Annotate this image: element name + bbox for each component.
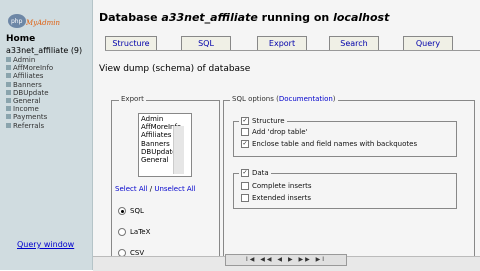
table-item[interactable]: DBUpdate: [6, 89, 53, 97]
table-item[interactable]: Banners: [6, 81, 53, 89]
structure-checkbox[interactable]: ✓ Structure: [239, 117, 287, 125]
db-name-title: a33net_affiliate: [161, 11, 258, 24]
select-links: Select All / Unselect All: [115, 185, 196, 193]
table-icon: [6, 57, 11, 62]
checkbox: [241, 194, 249, 202]
home-link[interactable]: Home: [6, 34, 35, 44]
table-icon: [6, 106, 11, 112]
checkbox: [241, 182, 249, 190]
table-icon: [6, 73, 11, 79]
data-box: [233, 173, 457, 209]
table-item[interactable]: Income: [6, 105, 53, 113]
format-latex-radio[interactable]: LaTeX: [118, 228, 150, 236]
table-item[interactable]: Referrals: [6, 122, 53, 130]
db-table-count: (9): [70, 46, 83, 55]
table-icon: [6, 65, 11, 71]
structure-box: [233, 121, 457, 157]
svg-text:php: php: [11, 18, 23, 25]
table-item[interactable]: General: [6, 97, 53, 105]
table-icon: [6, 114, 11, 120]
checkbox: [241, 128, 249, 136]
db-link[interactable]: a33net_affiliate (9): [6, 46, 82, 55]
table-icon: [6, 81, 11, 87]
table-item[interactable]: AffMoreInfo: [6, 64, 53, 72]
left-frame: php MyAdmin Home a33net_affiliate (9) Ad…: [0, 0, 93, 270]
table-item[interactable]: Admin: [6, 56, 53, 64]
tab-query[interactable]: Query: [403, 36, 453, 51]
complete-inserts-checkbox[interactable]: Complete inserts: [241, 182, 312, 190]
radio-button: [118, 228, 126, 236]
query-window-link[interactable]: Query window: [17, 240, 74, 249]
documentation-link[interactable]: Documentation: [279, 95, 333, 103]
db-name: a33net_affiliate: [6, 46, 69, 55]
table-item[interactable]: Payments: [6, 113, 53, 121]
tab-divider: [105, 50, 480, 51]
table-list: Admin AffMoreInfo Affiliates Banners DBU…: [6, 56, 53, 130]
svg-text:MyAdmin: MyAdmin: [25, 19, 61, 27]
media-controls[interactable]: I◀ ◀◀ ◀ ▶ ▶▶ ▶I: [225, 254, 347, 266]
page-title: Database a33net_affiliate running on loc…: [99, 11, 390, 24]
data-checkbox[interactable]: ✓ Data: [239, 169, 271, 177]
host-name: localhost: [333, 11, 390, 24]
tab-search[interactable]: Search: [329, 36, 379, 51]
extended-inserts-checkbox[interactable]: Extended inserts: [241, 194, 311, 202]
table-icon: [6, 89, 11, 95]
sql-options-legend: SQL options (Documentation): [230, 95, 338, 103]
list-scrollbar[interactable]: [173, 126, 184, 174]
format-sql-radio[interactable]: SQL: [118, 207, 144, 215]
select-all-link[interactable]: Select All: [115, 185, 148, 193]
export-legend: Export: [119, 95, 146, 103]
table-icon: [6, 122, 11, 128]
checkbox: ✓: [241, 140, 249, 148]
main-frame: Database a33net_affiliate running on loc…: [93, 0, 480, 271]
table-item[interactable]: Affiliates: [6, 72, 53, 80]
radio-button: [118, 207, 126, 215]
enclose-backquotes-checkbox[interactable]: ✓ Enclose table and field names with back…: [241, 140, 417, 148]
tab-export[interactable]: Export: [257, 36, 307, 51]
unselect-all-link[interactable]: Unselect All: [154, 185, 195, 193]
checkbox: ✓: [241, 169, 249, 177]
phpmyadmin-logo[interactable]: php MyAdmin: [6, 10, 66, 32]
page-subtitle: View dump (schema) of database: [99, 64, 251, 74]
tab-structure[interactable]: Structure: [105, 36, 157, 51]
tab-sql[interactable]: SQL: [181, 36, 231, 51]
table-icon: [6, 98, 11, 104]
list-item[interactable]: Admin: [141, 115, 189, 123]
add-drop-table-checkbox[interactable]: Add 'drop table': [241, 128, 307, 136]
checkbox: ✓: [241, 117, 249, 125]
